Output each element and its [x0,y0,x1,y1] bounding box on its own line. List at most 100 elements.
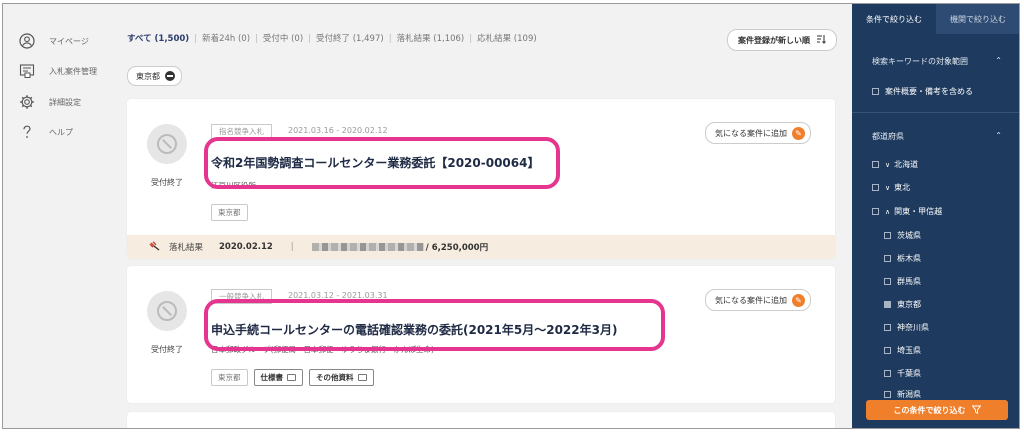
pref-row-kanagawa[interactable]: 神奈川県 [884,322,929,333]
nav-label: 詳細設定 [49,97,81,107]
nav-item-help[interactable]: ヘルプ [19,124,73,140]
doc-label: 仕様書 [260,373,284,382]
tab-award-results[interactable]: 落札結果 (1,106) [397,34,465,44]
region-row-tohoku[interactable]: ∨ 東北 [872,182,910,193]
checkbox-checked-icon [884,301,891,308]
checkbox-icon [884,370,891,377]
pref-row-gunma[interactable]: 群馬県 [884,276,921,287]
region-label: 北海道 [894,160,919,169]
add-favorite-button[interactable]: 気になる案件に追加 ✎ [705,122,811,144]
favorite-label: 気になる案件に追加 [715,295,787,305]
section-title: 都道府県 [872,132,904,141]
checkbox-icon [884,255,891,262]
gear-icon [19,94,35,110]
app-window: マイページ 入札案件管理 詳細設定 ヘルプ すべて (1,500) | 新着24h … [2,3,1020,429]
chip-label: 東京都 [136,71,160,81]
region-tag: 東京都 [211,369,248,386]
tender-card[interactable]: 受付終了 一般競争入札 2021.03.12 - 2021.03.31 申込手続… [127,266,835,403]
chevron-up-icon: ⌃ [995,131,1002,140]
section-title: 検索キーワードの対象範囲 [872,57,968,66]
tender-card[interactable] [127,412,835,428]
status-label: 受付終了 [151,345,183,354]
nav-item-mypage[interactable]: マイページ [19,33,89,49]
keyword-scope-section[interactable]: 検索キーワードの対象範囲 ⌃ [852,56,1019,67]
document-icon [287,374,296,381]
pin-icon: ✎ [792,126,805,140]
region-row-hokkaido[interactable]: ∨ 北海道 [872,159,918,170]
tab-new-24h[interactable]: 新着24h (0) [202,34,250,44]
include-remarks-checkbox[interactable]: 案件概要・備考を含める [872,86,973,97]
chevron-up-icon: ∧ [885,207,891,216]
pref-row-chiba[interactable]: 千葉県 [884,368,921,379]
tab-filter-agency[interactable]: 機関で絞り込む [936,4,1019,34]
prefecture-section[interactable]: 都道府県 ⌃ [852,131,1019,142]
organization: 江戸川区役所 [211,181,256,190]
divider [852,112,1019,113]
org-avatar [147,124,187,164]
filter-tabs: すべて (1,500) | 新着24h (0) | 受付中 (0) | 受付終了 (1,49… [127,34,537,44]
document-list-icon [19,63,35,79]
tender-title[interactable]: 令和2年国勢調査コールセンター業務委託【2020-00064】 [211,154,539,171]
tab-all[interactable]: すべて (1,500) [127,34,189,44]
pref-label: 東京都 [897,300,921,309]
org-avatar [147,291,187,331]
nav-item-settings[interactable]: 詳細設定 [19,94,81,110]
tab-filter-conditions[interactable]: 条件で絞り込む [852,4,936,34]
pref-label: 神奈川県 [897,323,929,332]
bid-type-badge: 一般競争入札 [211,289,272,304]
pref-row-tochigi[interactable]: 栃木県 [884,253,921,264]
no-image-icon [157,134,177,154]
tag-list: 東京都 [211,204,248,221]
award-result-bar: 落札結果 2020.02.12 | / 6,250,000円 [127,235,835,259]
pref-label: 栃木県 [897,254,921,263]
checkbox-icon [884,232,891,239]
organization: 日本郵政グループ(郵便局・日本郵便・ゆうちょ銀行・かんぽ生命) [211,345,434,354]
sort-icon [816,34,826,46]
checkbox-icon [884,278,891,285]
checkbox-icon [884,391,891,398]
checkbox-icon [884,347,891,354]
apply-filter-button[interactable]: この条件で絞り込む [866,400,1008,420]
apply-label: この条件で絞り込む [893,405,966,415]
region-label: 関東・甲信越 [894,207,943,216]
bid-dates: 2021.03.16 - 2020.02.12 [288,126,388,135]
award-amount: / 6,250,000円 [425,243,489,253]
pref-label: 茨城県 [897,231,921,240]
nav-label: 入札案件管理 [49,66,97,76]
bid-type-badge: 指名競争入札 [211,124,272,139]
other-docs-button[interactable]: その他資料 [309,369,374,386]
status-label: 受付終了 [151,178,183,187]
user-circle-icon [19,33,35,49]
pref-row-niigata[interactable]: 新潟県 [884,389,921,400]
checkbox-icon [884,324,891,331]
region-tag: 東京都 [211,204,248,221]
tab-accepting[interactable]: 受付中 (0) [263,34,303,44]
pref-row-tokyo[interactable]: 東京都 [884,299,921,310]
nav-item-bid-management[interactable]: 入札案件管理 [19,63,97,79]
pref-label: 群馬県 [897,277,921,286]
favorite-label: 気になる案件に追加 [715,128,787,138]
bid-dates: 2021.03.12 - 2021.03.31 [288,291,388,300]
pref-row-ibaraki[interactable]: 茨城県 [884,230,921,241]
sort-button[interactable]: 案件登録が新しい順 [727,29,837,51]
tender-title[interactable]: 申込手続コールセンターの電話確認業務の委託(2021年5月～2022年3月) [211,321,617,338]
chevron-down-icon: ∨ [885,160,891,169]
tender-card[interactable]: 受付終了 指名競争入札 2021.03.16 - 2020.02.12 令和2年… [127,99,835,259]
chevron-down-icon: ∨ [885,183,891,192]
checkbox-icon [872,208,879,215]
tag-list: 東京都 仕様書 その他資料 [211,369,374,386]
remove-chip-icon[interactable] [165,71,175,81]
left-nav: マイページ 入札案件管理 詳細設定 ヘルプ [3,4,115,428]
document-icon [357,374,367,381]
spec-doc-button[interactable]: 仕様書 [253,369,303,386]
add-favorite-button[interactable]: 気になる案件に追加 ✎ [705,289,811,311]
tab-closed[interactable]: 受付終了 (1,497) [316,34,384,44]
no-image-icon [157,301,177,321]
pref-row-saitama[interactable]: 埼玉県 [884,345,921,356]
region-row-kanto[interactable]: ∧ 関東・甲信越 [872,206,942,217]
panel-tabs: 条件で絞り込む 機関で絞り込む [852,4,1019,34]
pref-label: 千葉県 [897,369,921,378]
region-label: 東北 [894,183,911,192]
filter-funnel-icon [970,405,982,416]
tab-bid-results[interactable]: 応札結果 (109) [477,34,537,44]
